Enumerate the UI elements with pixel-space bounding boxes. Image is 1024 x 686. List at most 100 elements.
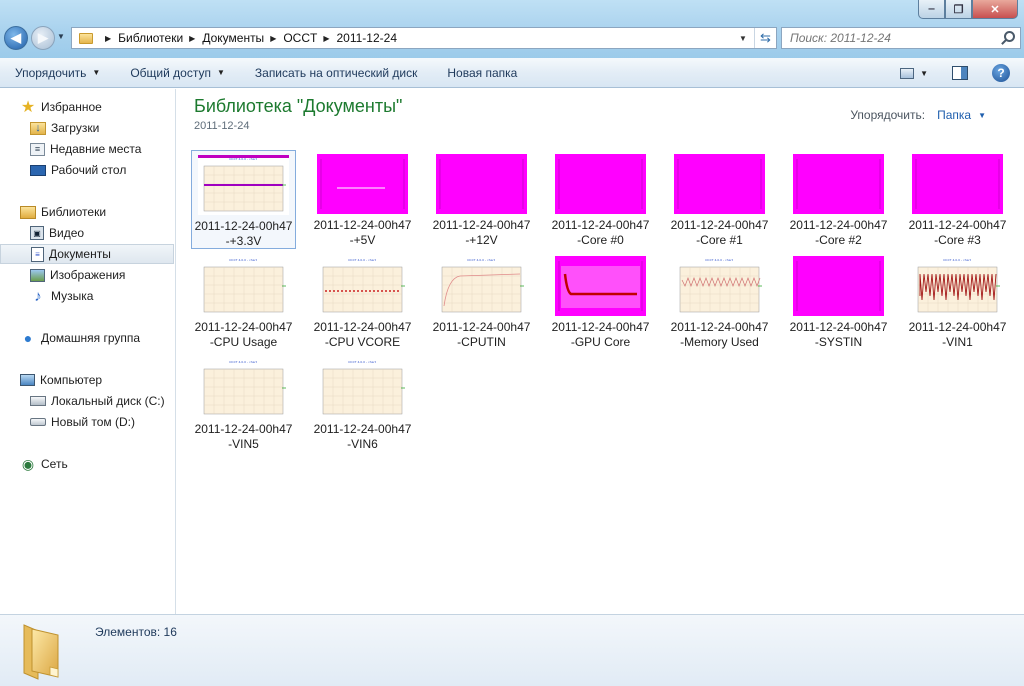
file-thumbnail: OCCT 4.0.0 - chart <box>198 358 289 418</box>
svg-text:OCCT 4.0.0 - chart: OCCT 4.0.0 - chart <box>348 360 377 364</box>
file-item[interactable]: 2011-12-24-00h47-Core #1 <box>667 150 772 249</box>
search-icon[interactable] <box>1004 31 1015 42</box>
nav-new-volume-d[interactable]: Новый том (D:) <box>0 412 174 432</box>
file-thumbnail: OCCT 4.0.0 - chart <box>317 358 408 418</box>
file-item[interactable]: OCCT 4.0.0 - chart 2011-12-24-00h47-VIN6 <box>310 354 415 453</box>
command-bar: Упорядочить ▼ Общий доступ ▼ Записать на о… <box>0 58 1024 88</box>
close-button[interactable]: ✕ <box>972 0 1018 19</box>
svg-text:OCCT 4.0.0 - chart: OCCT 4.0.0 - chart <box>467 258 496 262</box>
file-name: 2011-12-24-00h47-VIN6 <box>313 422 412 451</box>
file-name: 2011-12-24-00h47-Core #3 <box>908 218 1007 247</box>
recent-places-icon: ≡ <box>30 142 45 156</box>
nav-computer[interactable]: Компьютер <box>0 370 174 390</box>
breadcrumb-root[interactable]: ▶ <box>99 34 118 43</box>
view-options-dropdown-icon[interactable]: ▼ <box>920 69 928 78</box>
file-item[interactable]: OCCT 4.0.0 - chart 2011-12-24-00h47-VIN5 <box>191 354 296 453</box>
file-item[interactable]: 2011-12-24-00h47-Core #2 <box>786 150 891 249</box>
help-icon[interactable]: ? <box>992 64 1010 82</box>
arrange-by-dropdown[interactable]: Папка <box>937 108 971 122</box>
breadcrumb-libraries[interactable]: Библиотеки ▶ <box>118 31 202 45</box>
chevron-right-icon[interactable]: ▶ <box>189 34 195 43</box>
file-name: 2011-12-24-00h47-+5V <box>313 218 412 247</box>
burn-disc-button[interactable]: Записать на оптический диск <box>240 58 433 88</box>
file-item[interactable]: OCCT 4.0.0 - chart 2011-12-24-00h47-CPU U… <box>191 252 296 351</box>
file-thumbnail <box>793 154 884 214</box>
file-item[interactable]: OCCT 4.0.0 - chart 2011-12-24-00h47-VIN1 <box>905 252 1010 351</box>
breadcrumb-label[interactable]: Документы <box>202 31 264 45</box>
nav-local-disk-c[interactable]: Локальный диск (C:) <box>0 391 174 411</box>
chevron-right-icon[interactable]: ▶ <box>270 34 276 43</box>
breadcrumb-documents[interactable]: Документы ▶ <box>202 31 283 45</box>
nav-network[interactable]: ◉ Сеть <box>0 454 174 474</box>
file-item[interactable]: OCCT 4.0.0 - chart 2011-12-24-00h47-Memor… <box>667 252 772 351</box>
chevron-right-icon[interactable]: ▶ <box>323 34 329 43</box>
hard-drive-icon <box>30 396 46 406</box>
address-history-dropdown-icon[interactable]: ▼ <box>734 28 752 48</box>
new-folder-button[interactable]: Новая папка <box>432 58 532 88</box>
forward-button[interactable]: ▶ <box>31 26 55 50</box>
file-name: 2011-12-24-00h47-CPU Usage <box>194 320 293 349</box>
search-input[interactable] <box>782 31 992 45</box>
file-name: 2011-12-24-00h47-SYSTIN <box>789 320 888 349</box>
svg-text:OCCT 4.0.0 - chart: OCCT 4.0.0 - chart <box>229 258 258 262</box>
breadcrumb-label[interactable]: OCCT <box>283 31 317 45</box>
breadcrumb-occt[interactable]: OCCT ▶ <box>283 31 336 45</box>
nav-label: Библиотеки <box>41 205 107 219</box>
organize-button[interactable]: Упорядочить ▼ <box>0 58 115 88</box>
nav-video[interactable]: ▣ Видео <box>0 223 174 243</box>
breadcrumb-date[interactable]: 2011-12-24 <box>337 31 398 45</box>
library-subtitle: 2011-12-24 <box>194 120 250 132</box>
file-item[interactable]: OCCT 4.0.0 - chart 2011-12-24-00h47-CPUTI… <box>429 252 534 351</box>
chevron-down-icon[interactable]: ▼ <box>978 111 986 120</box>
arrange-by: Упорядочить: Папка ▼ <box>850 108 986 122</box>
nav-libraries[interactable]: Библиотеки <box>0 202 174 222</box>
address-bar[interactable]: ▶ Библиотеки ▶ Документы ▶ OCCT ▶ 2011-12-2… <box>71 27 777 49</box>
file-thumbnail: OCCT 4.0.0 - chart <box>436 256 527 316</box>
svg-text:OCCT 4.0.0 - chart: OCCT 4.0.0 - chart <box>229 360 258 364</box>
library-title: Библиотека "Документы" <box>194 96 403 116</box>
file-name: 2011-12-24-00h47-+3.3V <box>194 219 293 248</box>
breadcrumb-label[interactable]: 2011-12-24 <box>337 31 398 45</box>
recent-pages-dropdown-icon[interactable]: ▼ <box>57 32 65 41</box>
maximize-button[interactable]: ❐ <box>945 0 972 19</box>
file-thumbnail <box>555 154 646 214</box>
file-item[interactable]: OCCT 4.0.0 - chart 2011-12-24-00h47-CPU V… <box>310 252 415 351</box>
search-box[interactable] <box>781 27 1021 49</box>
minimize-button[interactable]: ‒ <box>918 0 945 19</box>
network-icon: ◉ <box>21 455 35 472</box>
nav-label: Загрузки <box>51 121 100 135</box>
breadcrumb-label[interactable]: Библиотеки <box>118 31 183 45</box>
refresh-icon[interactable]: ⇆ <box>754 28 776 48</box>
file-item[interactable]: 2011-12-24-00h47-Core #3 <box>905 150 1010 249</box>
file-name: 2011-12-24-00h47-CPU VCORE <box>313 320 412 349</box>
share-button[interactable]: Общий доступ ▼ <box>115 58 240 88</box>
nav-desktop[interactable]: Рабочий стол <box>0 160 174 180</box>
file-item[interactable]: 2011-12-24-00h47-+5V <box>310 150 415 249</box>
desktop-icon <box>30 164 46 176</box>
chevron-down-icon: ▼ <box>92 68 101 77</box>
nav-favorites[interactable]: ★ Избранное <box>0 97 174 117</box>
nav-music[interactable]: ♪ Музыка <box>0 286 174 306</box>
nav-pictures[interactable]: Изображения <box>0 265 174 285</box>
nav-documents[interactable]: ≡ Документы <box>0 244 174 264</box>
file-name: 2011-12-24-00h47-Core #2 <box>789 218 888 247</box>
file-item[interactable]: 2011-12-24-00h47-Core #0 <box>548 150 653 249</box>
change-view-icon[interactable] <box>900 67 915 79</box>
nav-recent-places[interactable]: ≡ Недавние места <box>0 139 174 159</box>
file-item[interactable]: 2011-12-24-00h47-+12V <box>429 150 534 249</box>
file-item[interactable]: OCCT 4.0.0 - chart 2011-12-24-00h47-+3.3V <box>191 150 296 249</box>
nav-label: Видео <box>49 226 85 240</box>
nav-homegroup[interactable]: ● Домашняя группа <box>0 328 174 348</box>
organize-label: Упорядочить <box>15 65 87 80</box>
file-thumbnail: OCCT 4.0.0 - chart <box>317 256 408 316</box>
preview-pane-icon[interactable] <box>952 66 968 80</box>
chevron-right-icon[interactable]: ▶ <box>105 34 111 43</box>
arrange-by-label: Упорядочить: <box>850 108 926 122</box>
file-item[interactable]: 2011-12-24-00h47-SYSTIN <box>786 252 891 351</box>
back-button[interactable]: ◀ <box>4 26 28 50</box>
nav-downloads[interactable]: ↓ Загрузки <box>0 118 174 138</box>
file-thumbnail <box>317 154 408 214</box>
drive-icon <box>30 418 46 426</box>
file-item[interactable]: 2011-12-24-00h47-GPU Core <box>548 252 653 351</box>
file-name: 2011-12-24-00h47-Core #1 <box>670 218 769 247</box>
